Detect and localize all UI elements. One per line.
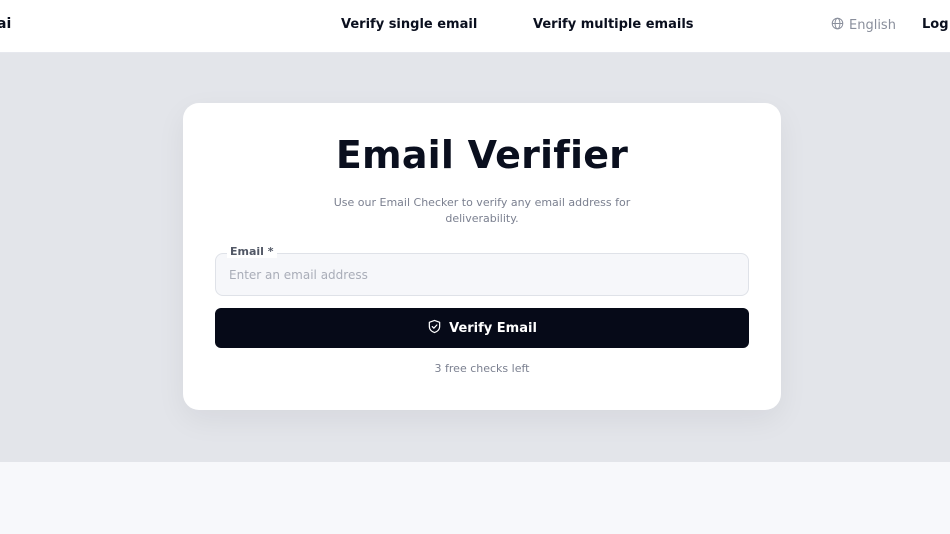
email-input[interactable] (216, 254, 748, 295)
free-checks-remaining: 3 free checks left (434, 362, 530, 375)
page-title: Email Verifier (335, 133, 629, 177)
verify-email-button-label: Verify Email (449, 320, 537, 336)
language-selector[interactable]: English (831, 17, 896, 34)
email-field: Email * (215, 245, 749, 296)
language-label: English (849, 18, 896, 33)
login-link[interactable]: Log i (922, 17, 950, 32)
globe-icon (831, 17, 844, 34)
brand-logo-text[interactable]: ai (0, 16, 11, 32)
top-navbar: ai Verify single email Verify multiple e… (0, 0, 950, 53)
nav-verify-multiple-emails[interactable]: Verify multiple emails (533, 17, 694, 32)
shield-check-icon (427, 319, 442, 337)
page-lower-area (0, 462, 950, 534)
nav-verify-single-email[interactable]: Verify single email (341, 17, 477, 32)
verify-email-button[interactable]: Verify Email (215, 308, 749, 348)
page-subtitle: Use our Email Checker to verify any emai… (333, 196, 631, 225)
email-verifier-card: Email Verifier Use our Email Checker to … (183, 103, 781, 410)
